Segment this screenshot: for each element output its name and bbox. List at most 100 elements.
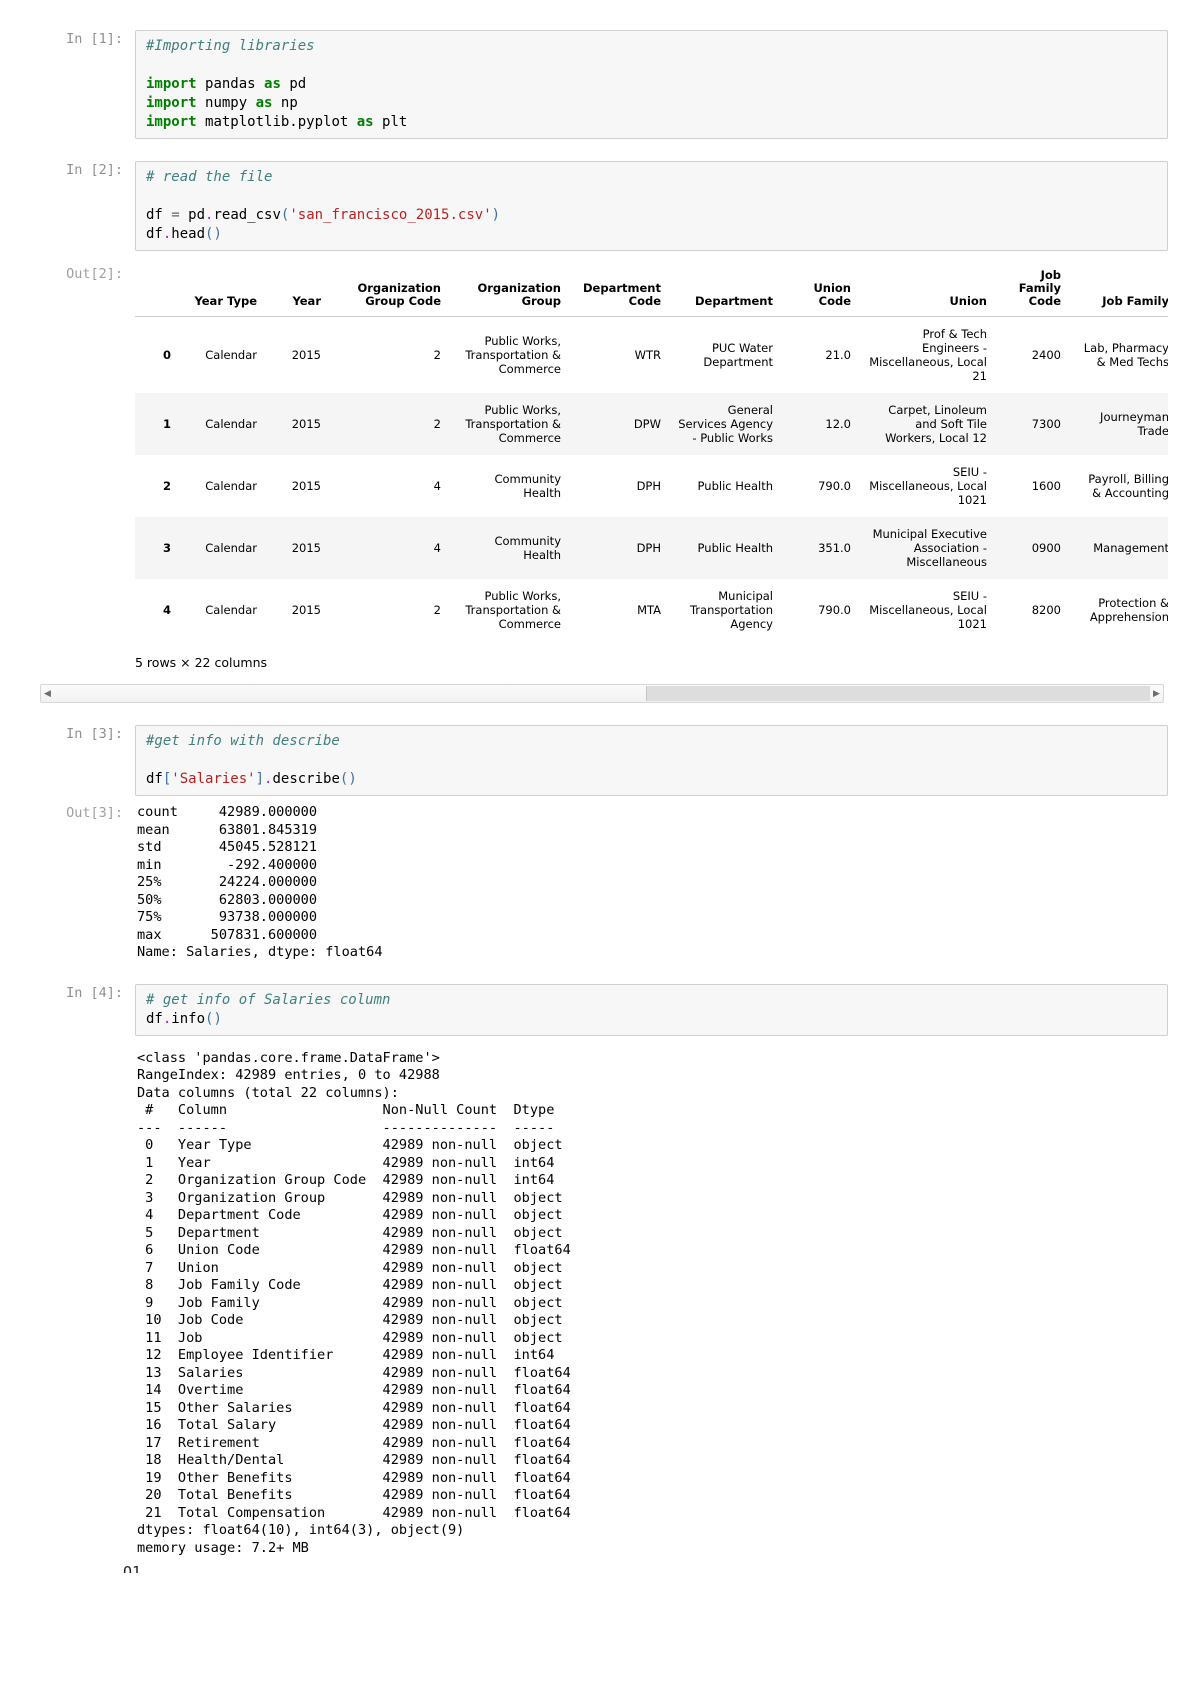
cell-job-family: Management: [1093, 541, 1168, 555]
code-text: pd: [289, 76, 307, 92]
table-row[interactable]: 1 Calendar 2015 2 Public Works, Transpor…: [135, 393, 1168, 455]
cell-org-group: Public Works, Transportation & Commerce: [465, 589, 561, 631]
cell-job-family: Journeyman Trade: [1100, 410, 1168, 438]
code-text: plt: [382, 114, 408, 130]
row-index: 2: [162, 479, 171, 493]
cell-org-group-code: 2: [433, 348, 441, 362]
horizontal-scrollbar[interactable]: ◀ ▶: [40, 684, 1164, 703]
keyword-as: as: [264, 76, 281, 92]
notebook-output-3: Out[3]: count 42989.000000 mean 63801.84…: [0, 804, 1200, 962]
dataframe-scroll-container[interactable]: Year Type Year Organization Group Code O…: [135, 265, 1168, 672]
code-text: matplotlib.pyplot: [205, 114, 357, 130]
column-header-union-code[interactable]: Union Code: [781, 265, 859, 317]
cell-union-code: 21.0: [825, 348, 851, 362]
punct-paren: (): [205, 1010, 222, 1027]
dataframe-shape-footer: 5 rows × 22 columns: [135, 655, 268, 670]
cell-job-family-code: 2400: [1031, 348, 1061, 362]
table-row[interactable]: 2 Calendar 2015 4 Community Health DPH P…: [135, 455, 1168, 517]
cell-department: Public Health: [697, 541, 773, 555]
cell-org-group-code: 4: [433, 541, 441, 555]
cell-department-code: DPH: [636, 479, 661, 493]
cell-department-code: DPW: [633, 417, 661, 431]
cell-department-code: DPH: [636, 541, 661, 555]
column-header-department-code[interactable]: Department Code: [569, 265, 669, 317]
code-text: df: [146, 771, 163, 787]
row-index: 3: [162, 541, 171, 555]
scroll-right-arrow-icon[interactable]: ▶: [1150, 686, 1163, 701]
row-index: 4: [162, 603, 171, 617]
notebook-cell-3[interactable]: In [3]: #get info with describe df['Sala…: [0, 725, 1200, 796]
cell-job-family-code: 1600: [1031, 479, 1061, 493]
notebook-cell-1[interactable]: In [1]: #Importing libraries import pand…: [0, 30, 1200, 139]
cell-union-code: 351.0: [818, 541, 851, 555]
column-header-year[interactable]: Year: [265, 265, 329, 317]
code-comment-4: # get info of Salaries column: [146, 991, 391, 1008]
code-comment-2: # read the file: [146, 169, 273, 185]
input-prompt-2: In [2]:: [66, 162, 123, 178]
table-row[interactable]: 4 Calendar 2015 2 Public Works, Transpor…: [135, 579, 1168, 641]
cell-job-family: Lab, Pharmacy & Med Techs: [1083, 341, 1168, 369]
input-prompt-1: In [1]:: [66, 31, 123, 47]
notebook-cell-2[interactable]: In [2]: # read the file df = pd.read_csv…: [0, 161, 1200, 251]
scroll-left-arrow-icon[interactable]: ◀: [41, 686, 54, 701]
column-header-year-type[interactable]: Year Type: [177, 265, 265, 317]
jupyter-notebook: In [1]: #Importing libraries import pand…: [0, 0, 1200, 1573]
info-output-text: <class 'pandas.core.frame.DataFrame'> Ra…: [137, 1049, 571, 1556]
code-editor-3[interactable]: #get info with describe df['Salaries'].d…: [135, 725, 1168, 796]
cell-year-type: Calendar: [205, 541, 257, 555]
horizontal-scrollbar-row[interactable]: ◀ ▶: [0, 684, 1200, 703]
cell-year: 2015: [291, 348, 321, 362]
code-text: read_csv: [213, 207, 281, 223]
column-header-org-group[interactable]: Organization Group: [449, 265, 569, 317]
column-header-job-family[interactable]: Job Family: [1069, 265, 1168, 317]
punct-bracket: ]: [255, 771, 265, 787]
cell-org-group: Community Health: [494, 534, 561, 562]
notebook-output-2: Out[2]: Year Type Year Organization Grou…: [0, 265, 1200, 672]
output-prompt-2: Out[2]:: [66, 266, 123, 282]
cell-department-code: WTR: [634, 348, 661, 362]
code-editor-2[interactable]: # read the file df = pd.read_csv('san_fr…: [135, 161, 1168, 251]
keyword-import: import: [146, 95, 197, 111]
notebook-output-4: <class 'pandas.core.frame.DataFrame'> Ra…: [0, 1050, 1200, 1558]
column-header-union[interactable]: Union: [859, 265, 995, 317]
keyword-import: import: [146, 114, 197, 130]
cell-union: Municipal Executive Association - Miscel…: [872, 527, 987, 569]
cell-union: Carpet, Linoleum and Soft Tile Workers, …: [885, 403, 987, 445]
cell-year-type: Calendar: [205, 417, 257, 431]
cell-union: Prof & Tech Engineers - Miscellaneous, L…: [869, 327, 987, 383]
dataframe-table: Year Type Year Organization Group Code O…: [135, 265, 1168, 641]
cell-union-code: 790.0: [818, 603, 851, 617]
code-text: np: [280, 95, 298, 111]
cell-union: SEIU - Miscellaneous, Local 1021: [869, 589, 987, 631]
cell-year-type: Calendar: [205, 479, 257, 493]
punct-paren: ): [491, 207, 501, 223]
table-row[interactable]: 0 Calendar 2015 2 Public Works, Transpor…: [135, 317, 1168, 394]
code-editor-1[interactable]: #Importing libraries import pandas as pd…: [135, 30, 1168, 139]
cell-department: Municipal Transportation Agency: [689, 589, 773, 631]
scrollbar-thumb[interactable]: [645, 686, 1150, 701]
column-header-job-family-code[interactable]: Job Family Code: [995, 265, 1069, 317]
notebook-cell-4[interactable]: In [4]: # get info of Salaries column df…: [0, 983, 1200, 1036]
cell-job-family-code: 7300: [1031, 417, 1061, 431]
cell-union-code: 12.0: [825, 417, 851, 431]
code-editor-4[interactable]: # get info of Salaries column df.info(): [135, 983, 1168, 1036]
operator-equals: =: [171, 207, 180, 223]
column-header-department[interactable]: Department: [669, 265, 781, 317]
cell-org-group: Community Health: [494, 472, 561, 500]
scrollbar-track[interactable]: [54, 686, 1150, 701]
cell-year: 2015: [291, 541, 321, 555]
code-text: numpy: [205, 95, 256, 111]
cell-org-group-code: 2: [433, 603, 441, 617]
table-header-row: Year Type Year Organization Group Code O…: [135, 265, 1168, 317]
keyword-as: as: [255, 95, 273, 111]
code-comment-1: #Importing libraries: [146, 38, 315, 54]
string-csv-path: 'san_francisco_2015.csv': [289, 207, 492, 223]
cell-org-group-code: 2: [433, 417, 441, 431]
cell-department: Public Health: [697, 479, 773, 493]
table-row[interactable]: 3 Calendar 2015 4 Community Health DPH P…: [135, 517, 1168, 579]
cell-year-type: Calendar: [205, 603, 257, 617]
input-prompt-3: In [3]:: [66, 726, 123, 742]
column-header-org-group-code[interactable]: Organization Group Code: [329, 265, 449, 317]
